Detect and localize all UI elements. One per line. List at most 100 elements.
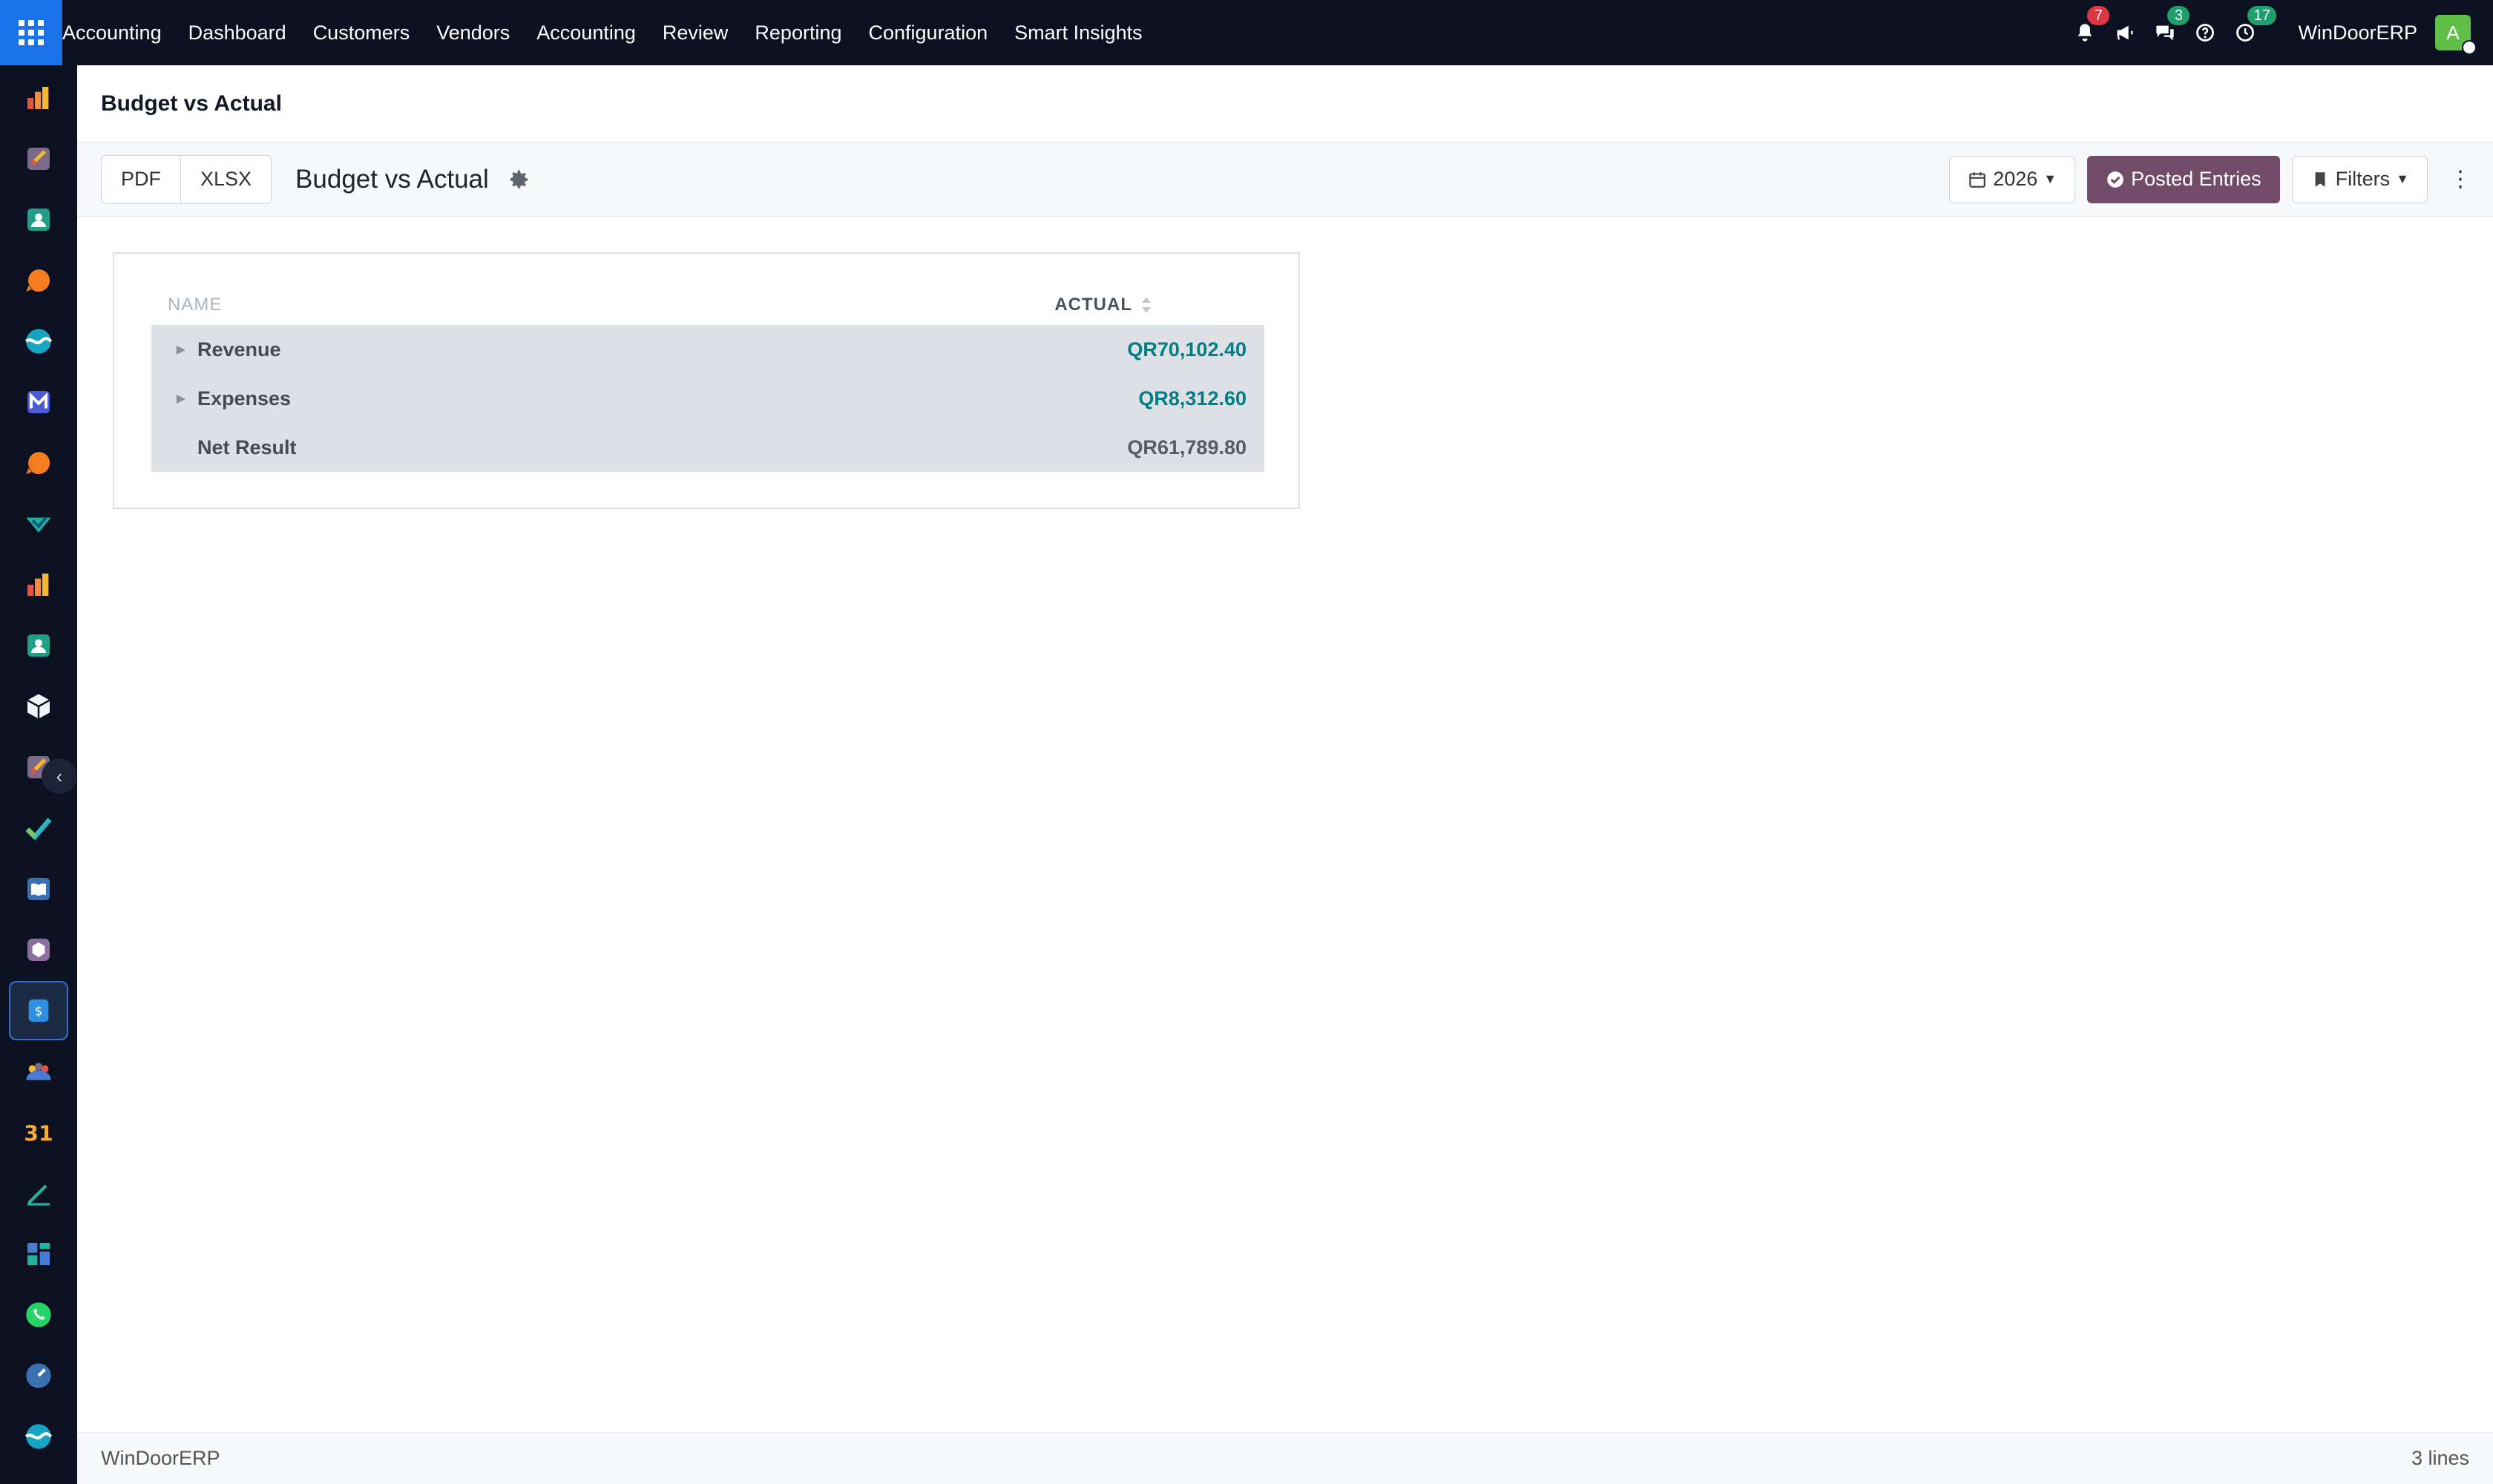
page-title: Budget vs Actual [101, 91, 282, 116]
breadcrumb: Budget vs Actual [77, 65, 2493, 142]
messages-button[interactable]: 3 [2148, 0, 2190, 65]
sidebar-app-2[interactable] [9, 129, 68, 188]
activities-button[interactable]: 17 [2228, 0, 2276, 65]
gear-icon[interactable] [508, 168, 531, 191]
main-menu: Accounting Dashboard Customers Vendors A… [62, 0, 1156, 65]
status-footer: WinDoorERP 3 lines [77, 1432, 2493, 1484]
table-row-revenue[interactable]: ▶ Revenue QR70,102.40 [151, 325, 1264, 374]
user-avatar[interactable]: A [2435, 15, 2477, 55]
export-buttons: PDF XLSX [101, 154, 272, 204]
package-icon [27, 939, 50, 961]
menu-customers[interactable]: Customers [300, 0, 424, 65]
sidebar-collapse-button[interactable]: ‹ [42, 758, 77, 794]
menu-dashboard[interactable]: Dashboard [175, 0, 300, 65]
wave-icon [24, 329, 53, 354]
avatar-letter: A [2446, 21, 2460, 44]
activities-badge: 17 [2247, 6, 2276, 25]
footer-company: WinDoorERP [101, 1447, 220, 1469]
sidebar-app-7[interactable] [9, 433, 68, 493]
top-navbar: Accounting Dashboard Customers Vendors A… [0, 0, 2493, 65]
sidebar-app-5[interactable] [9, 312, 68, 371]
employees-icon [27, 634, 50, 657]
sidebar-app-6[interactable] [9, 372, 68, 432]
sidebar-app-11[interactable] [9, 677, 68, 736]
team-people-icon [26, 1063, 51, 1080]
sidebar-app-15[interactable] [9, 920, 68, 979]
sidebar-app-1[interactable] [9, 68, 68, 128]
help-button[interactable] [2188, 0, 2222, 65]
menu-smart-insights[interactable]: Smart Insights [1001, 0, 1156, 65]
sidebar-app-9[interactable] [9, 555, 68, 614]
apps-menu-button[interactable] [0, 0, 62, 65]
megaphone-icon [2117, 25, 2133, 40]
caret-right-icon[interactable]: ▶ [151, 391, 197, 406]
sidebar-app-14[interactable] [9, 859, 68, 919]
company-switcher[interactable]: WinDoorERP [2298, 22, 2417, 45]
report-card: NAME ACTUAL ▶ Revenue QR70,102.40 ▶ Expe… [113, 252, 1300, 509]
export-pdf-button[interactable]: PDF [102, 156, 180, 203]
inventory-box-icon [27, 694, 50, 719]
live-chat-icon [26, 451, 50, 474]
sidebar-app-3[interactable] [9, 190, 68, 249]
period-dropdown[interactable]: 2026 ▼ [1949, 155, 2076, 203]
sidebar-app-21[interactable] [9, 1285, 68, 1345]
sidebar-app-22[interactable] [9, 1346, 68, 1405]
row-amount-link[interactable]: QR8,312.60 [1138, 387, 1264, 410]
sidebar-app-8[interactable] [9, 494, 68, 554]
menu-reporting[interactable]: Reporting [741, 0, 855, 65]
table-row-expenses[interactable]: ▶ Expenses QR8,312.60 [151, 374, 1264, 423]
systray: 7 3 17 WinDoorERP A [2065, 0, 2493, 65]
check-circle-icon [2107, 171, 2124, 188]
sidebar-app-accounting[interactable]: $ [9, 981, 68, 1040]
sidebar-app-4[interactable] [9, 251, 68, 310]
row-amount: QR61,789.80 [1127, 436, 1246, 459]
row-amount-link[interactable]: QR70,102.40 [1127, 338, 1264, 361]
report-control-bar: PDF XLSX Budget vs Actual 2026 ▼ Posted … [77, 142, 2493, 217]
sidebar-app-13[interactable] [9, 798, 68, 858]
svg-text:31: 31 [24, 1122, 53, 1146]
menu-review[interactable]: Review [649, 0, 742, 65]
help-icon [2196, 24, 2215, 42]
sidebar-app-23[interactable] [9, 1407, 68, 1466]
app-brand-link[interactable]: Accounting [62, 0, 175, 65]
whatsapp-icon [26, 1302, 51, 1327]
report-title: Budget vs Actual [295, 164, 489, 194]
bell-icon [2078, 24, 2092, 42]
column-header-actual-label: ACTUAL [1054, 295, 1132, 315]
announcements-button[interactable] [2108, 0, 2142, 65]
kebab-menu-icon: ⋮ [2449, 167, 2471, 191]
table-row-net-result: Net Result QR61,789.80 [151, 423, 1264, 472]
discuss-bubble-icon [26, 269, 50, 292]
bookmark-icon [2315, 171, 2325, 187]
sidebar-app-17[interactable] [9, 1042, 68, 1101]
project-check-icon [25, 818, 52, 841]
wave-circle-icon [24, 1424, 53, 1449]
bar-chart-icon [27, 87, 49, 109]
posted-entries-toggle[interactable]: Posted Entries [2087, 155, 2280, 203]
sidebar-app-18[interactable]: 31 [9, 1103, 68, 1162]
menu-accounting[interactable]: Accounting [523, 0, 649, 65]
posted-entries-label: Posted Entries [2131, 168, 2262, 190]
apps-grid-icon [19, 20, 44, 45]
caret-right-icon[interactable]: ▶ [151, 342, 197, 357]
sidebar-app-20[interactable] [9, 1224, 68, 1284]
column-header-actual[interactable]: ACTUAL [1054, 295, 1264, 315]
period-value: 2026 [1993, 168, 2038, 190]
sidebar-app-19[interactable] [9, 1163, 68, 1223]
filters-dropdown[interactable]: Filters ▼ [2291, 155, 2428, 203]
knowledge-book-icon [27, 878, 50, 900]
export-xlsx-button[interactable]: XLSX [180, 155, 271, 203]
chat-icon [2156, 25, 2175, 41]
email-marketing-icon [27, 391, 50, 413]
report-table-header: NAME ACTUAL [151, 291, 1264, 319]
report-table-body: ▶ Revenue QR70,102.40 ▶ Expenses QR8,312… [151, 325, 1264, 472]
menu-configuration[interactable]: Configuration [855, 0, 1002, 65]
caret-down-icon: ▼ [2043, 171, 2057, 186]
menu-vendors[interactable]: Vendors [423, 0, 523, 65]
sidebar-app-10[interactable] [9, 616, 68, 675]
notifications-button[interactable]: 7 [2068, 0, 2110, 65]
more-options-button[interactable]: ⋮ [2446, 156, 2475, 203]
pen-icon [27, 1184, 50, 1206]
svg-text:$: $ [35, 1005, 43, 1019]
row-label: Net Result [197, 436, 297, 459]
